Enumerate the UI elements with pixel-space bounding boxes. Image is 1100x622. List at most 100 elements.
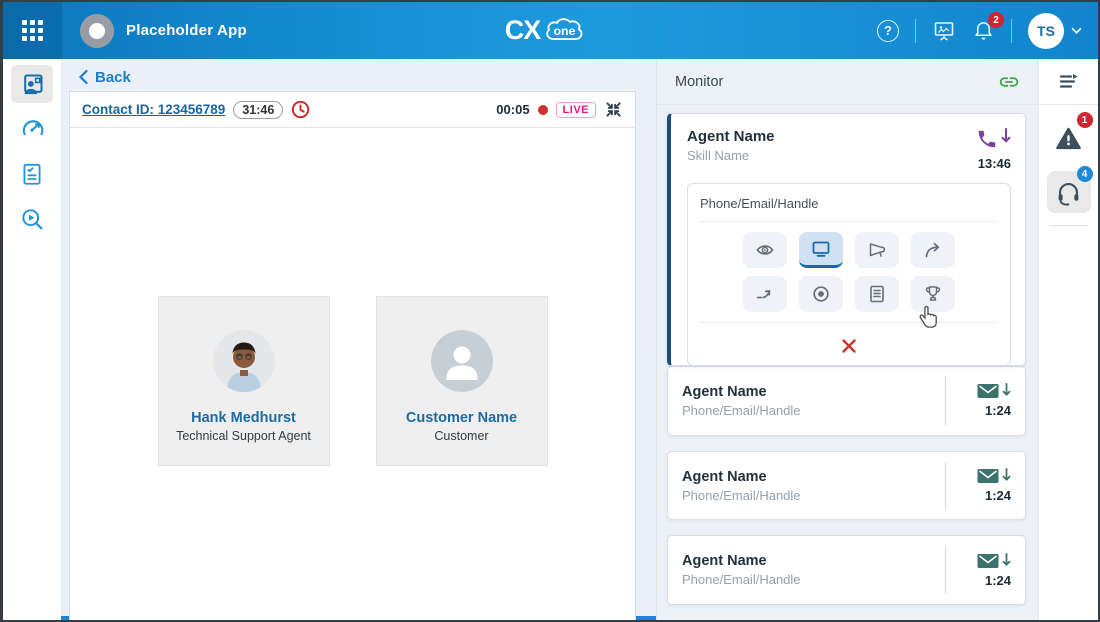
form-check-icon (19, 161, 45, 187)
divider (1050, 225, 1088, 226)
header-actions: ? 2 TS (877, 13, 1098, 49)
alerts-badge: 1 (1077, 112, 1093, 128)
agent-screen-icon (19, 71, 46, 98)
headset-icon (1055, 179, 1082, 206)
avatar: TS (1028, 13, 1064, 49)
top-header: Placeholder App CX one ? (3, 2, 1098, 59)
screen-share-button[interactable] (932, 19, 956, 43)
app-logo-icon (80, 14, 114, 48)
megaphone-icon (867, 240, 887, 260)
contact-id-link[interactable]: Contact ID: 123456789 (82, 102, 225, 117)
sessions-badge: 4 (1077, 166, 1093, 182)
reward-button[interactable] (911, 276, 955, 312)
chevron-down-icon (1071, 27, 1082, 34)
session-duration: 13:46 (978, 156, 1011, 171)
forward-arrow-icon (923, 240, 943, 260)
participant-card-agent[interactable]: Hank Medhurst Technical Support Agent (158, 296, 330, 466)
record-button[interactable] (799, 276, 843, 312)
collapse-panel-button[interactable] (1039, 59, 1098, 105)
link-icon[interactable] (998, 71, 1020, 93)
session-duration: 1:24 (985, 488, 1011, 503)
agent-name: Agent Name (682, 384, 801, 400)
app-name: Placeholder App (126, 22, 247, 39)
alerts-button[interactable]: 1 (1047, 117, 1091, 159)
coach-button[interactable] (855, 232, 899, 268)
takeover-button[interactable] (743, 276, 787, 312)
notifications-button[interactable]: 2 (972, 19, 995, 42)
session-duration: 1:24 (985, 573, 1011, 588)
session-card[interactable]: Agent Name Phone/Email/Handle 1:24 (667, 451, 1026, 521)
contact-view: Contact ID: 123456789 31:46 00:05 LIVE (69, 91, 636, 620)
contact-handle: Phone/Email/Handle (682, 403, 801, 418)
cxone-logo: CX one (505, 16, 597, 46)
stop-monitoring-button[interactable] (700, 333, 998, 357)
help-icon[interactable]: ? (877, 20, 899, 42)
participant-name: Customer Name (406, 410, 517, 426)
header-divider (1011, 19, 1012, 43)
eye-icon (755, 240, 775, 260)
cloud-icon: one (540, 16, 596, 46)
contact-handle: Phone/Email/Handle (682, 572, 801, 587)
participant-role: Technical Support Agent (176, 429, 311, 443)
gauge-icon (19, 116, 45, 142)
agent-photo-avatar (213, 330, 275, 392)
customer-placeholder-avatar (431, 330, 493, 392)
notes-button[interactable] (855, 276, 899, 312)
app-launcher-button[interactable] (3, 2, 62, 59)
elapsed-time: 00:05 (496, 102, 529, 117)
left-sidebar (3, 59, 61, 620)
close-x-icon (840, 337, 858, 355)
divider (700, 322, 998, 323)
skill-name: Skill Name (687, 148, 775, 163)
recording-dot-icon (538, 105, 548, 115)
view-button[interactable] (743, 232, 787, 268)
panel-list-icon (1058, 72, 1079, 91)
monitor-title: Monitor (675, 74, 723, 90)
main-content: Back Contact ID: 123456789 31:46 00:05 L… (61, 59, 656, 620)
session-card[interactable]: Agent Name Phone/Email/Handle 1:24 (667, 366, 1026, 436)
incoming-email-icon (977, 468, 1011, 484)
monitoring-controls: Phone/Email/Handle (687, 183, 1011, 366)
logo-cx-text: CX (505, 17, 541, 44)
back-button[interactable]: Back (61, 63, 656, 91)
warning-triangle-icon (1055, 125, 1082, 152)
monitor-header: Monitor (657, 59, 1038, 105)
session-duration: 1:24 (985, 403, 1011, 418)
screen-monitor-button[interactable] (799, 232, 843, 268)
search-play-icon (19, 206, 45, 232)
session-card[interactable]: Agent Name Phone/Email/Handle 1:24 (667, 535, 1026, 605)
collapse-icon[interactable] (604, 100, 623, 119)
participant-name: Hank Medhurst (191, 410, 296, 426)
monitoring-sessions-button[interactable]: 4 (1047, 171, 1091, 213)
trophy-icon (923, 284, 943, 304)
sidebar-item-search-recordings[interactable] (11, 200, 53, 238)
active-session-card: Agent Name Skill Name 13:46 (667, 113, 1026, 366)
hold-time-pill: 31:46 (233, 101, 283, 119)
participants: Hank Medhurst Technical Support Agent Cu… (70, 296, 635, 466)
live-badge: LIVE (556, 102, 596, 118)
right-sidebar: 1 4 (1038, 59, 1098, 620)
notifications-badge: 2 (988, 12, 1004, 28)
contact-header-right: 00:05 LIVE (496, 100, 623, 119)
notes-icon (867, 284, 887, 304)
logo-one-text: one (554, 23, 576, 37)
user-menu[interactable]: TS (1028, 13, 1082, 49)
incoming-email-icon (977, 383, 1011, 399)
incoming-call-icon (976, 128, 1011, 150)
participant-card-customer[interactable]: Customer Name Customer (376, 296, 548, 466)
chevron-left-icon (79, 70, 88, 84)
contact-handle: Phone/Email/Handle (700, 196, 998, 211)
sidebar-item-evaluations[interactable] (11, 155, 53, 193)
presentation-screen-icon (932, 19, 956, 43)
screen-icon (811, 239, 831, 259)
sidebar-item-performance[interactable] (11, 110, 53, 148)
sidebar-item-agent-monitor[interactable] (11, 65, 53, 103)
back-label: Back (95, 69, 131, 86)
forward-button[interactable] (911, 232, 955, 268)
clock-icon (291, 100, 310, 119)
grid-icon (22, 20, 43, 41)
contact-handle: Phone/Email/Handle (682, 488, 801, 503)
current-app[interactable]: Placeholder App (80, 14, 247, 48)
record-icon (811, 284, 831, 304)
agent-name: Agent Name (687, 128, 775, 145)
